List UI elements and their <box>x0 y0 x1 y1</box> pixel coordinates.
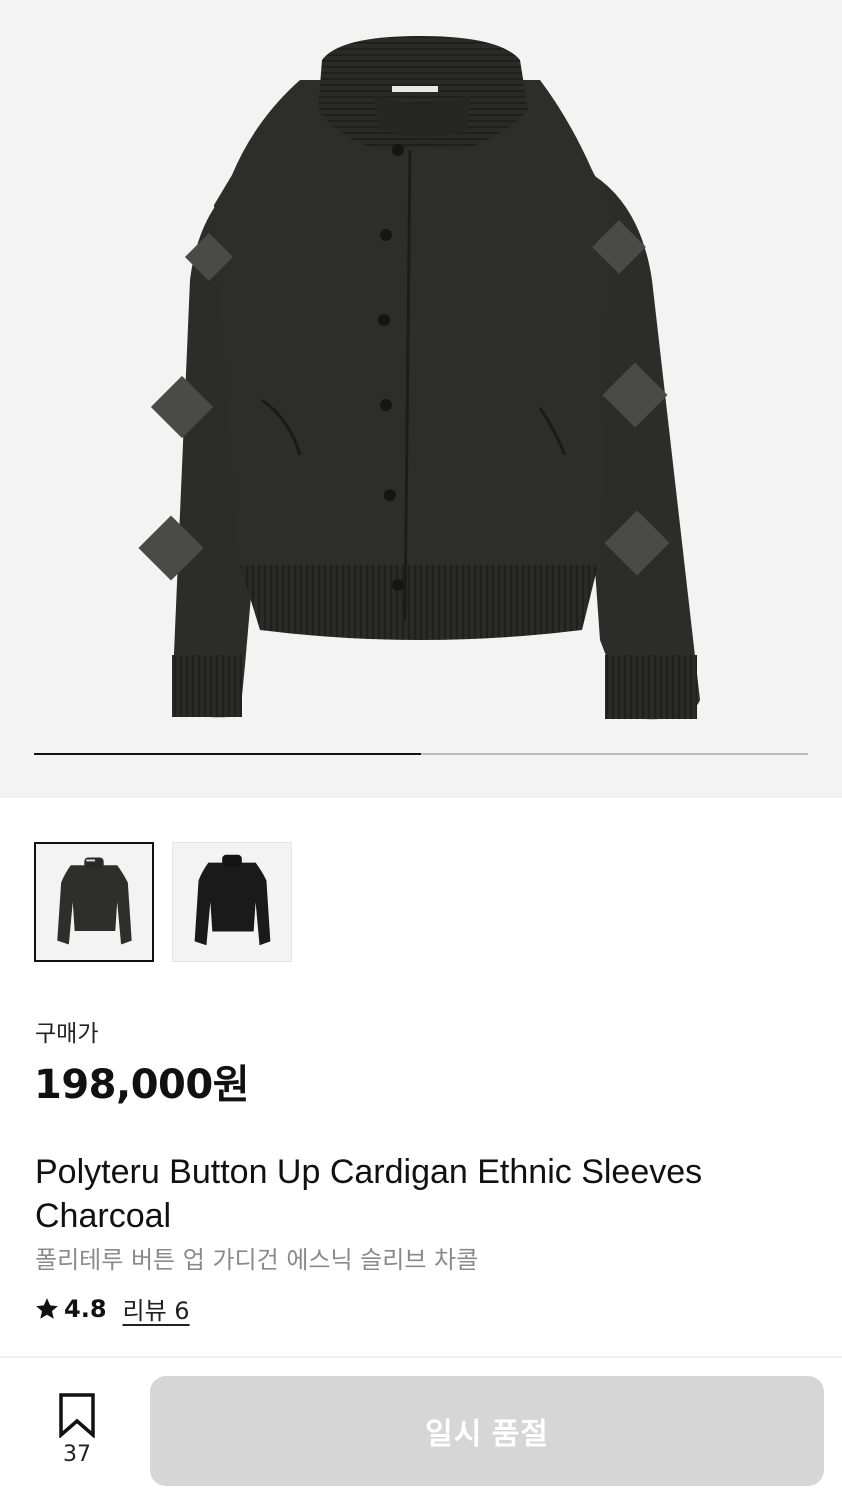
product-name-en: Polyteru Button Up Cardigan Ethnic Sleev… <box>35 1153 703 1235</box>
star-icon <box>36 1297 58 1319</box>
review-link[interactable]: 리뷰 6 <box>123 1291 190 1326</box>
product-name-ko: 폴리테루 버튼 업 가디건 에스닉 슬리브 차콜 <box>35 1246 479 1274</box>
thumbnail-1[interactable] <box>34 842 154 962</box>
sold-out-button[interactable]: 일시 품절 <box>150 1376 824 1486</box>
bookmark-count: 37 <box>63 1442 91 1467</box>
bookmark-button[interactable]: 37 <box>52 1392 102 1467</box>
carousel-progress-fill <box>34 753 421 755</box>
divider <box>0 1356 842 1358</box>
bookmark-icon <box>59 1393 95 1438</box>
cardigan-product-image <box>138 36 700 720</box>
product-image-carousel[interactable] <box>0 0 842 798</box>
price-value: 198,000원 <box>34 1062 250 1108</box>
price-label: 구매가 <box>35 1021 99 1047</box>
thumbnail-2[interactable] <box>172 842 292 962</box>
carousel-progress-track <box>34 753 808 755</box>
rating-score: 4.8 <box>64 1294 107 1323</box>
thumbnail-strip <box>34 842 292 962</box>
thumbnail-2-image <box>173 843 291 961</box>
rating-row: 4.8 리뷰 6 <box>34 1291 190 1326</box>
thumbnail-1-image <box>36 844 152 960</box>
